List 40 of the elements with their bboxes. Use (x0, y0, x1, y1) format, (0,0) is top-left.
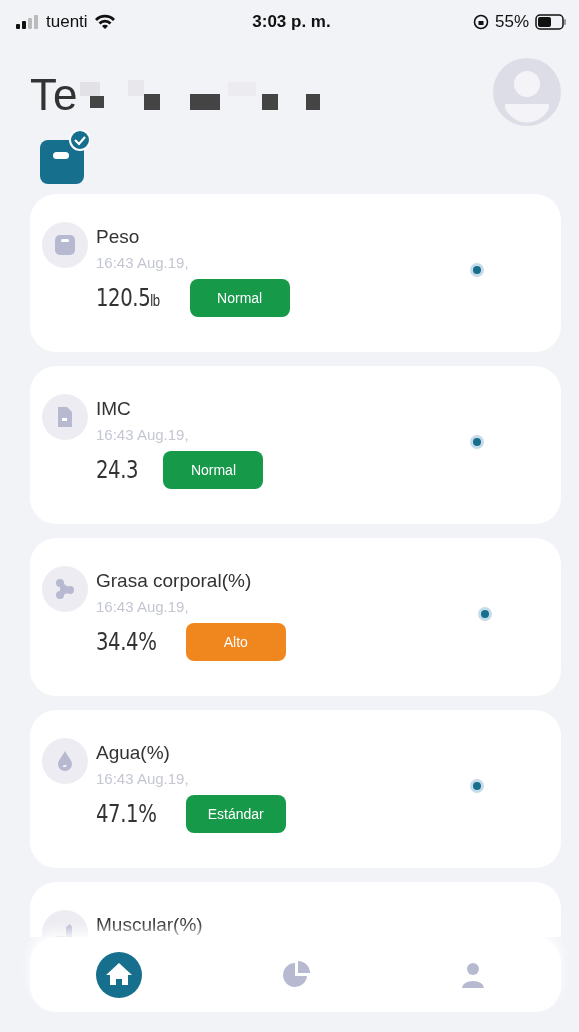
metric-value: 24.3 (96, 456, 139, 484)
molecule-icon (53, 577, 77, 601)
wifi-icon (93, 14, 116, 30)
indicator-dot (469, 434, 485, 450)
status-badge: Normal (163, 451, 264, 489)
metric-card[interactable]: Muscular(%) (30, 882, 561, 937)
nav-tab[interactable] (93, 949, 144, 1000)
metric-card[interactable]: Agua(%) 16:43 Aug.19, 47.1% Estándar (30, 710, 561, 868)
pie-chart-icon (280, 959, 311, 990)
metric-name: Peso (96, 226, 141, 248)
measure-time: 16:43 Aug.19, (96, 254, 190, 271)
metric-card[interactable]: Grasa corporal(%) 16:43 Aug.19, 34.4% Alto (30, 538, 561, 696)
metric-card[interactable]: Peso 16:43 Aug.19, 120.5lb Normal (30, 194, 561, 352)
metric-name: Muscular(%) (96, 914, 204, 936)
home-icon (95, 951, 142, 998)
metric-value: 47.1% (96, 800, 157, 828)
metric-value: 120.5lb (96, 284, 160, 312)
measure-time: 16:43 Aug.19, (96, 770, 190, 787)
metric-value: 34.4% (96, 628, 157, 656)
metric-name: Grasa corporal(%) (96, 570, 253, 592)
clock: 3:03 p. m. (252, 12, 331, 32)
status-badge: Normal (189, 279, 290, 317)
scale-icon (53, 233, 77, 257)
status-badge: Estándar (185, 795, 286, 833)
indicator-dot (469, 778, 485, 794)
rotation-lock-icon (472, 14, 489, 30)
metric-card[interactable]: IMC 16:43 Aug.19, 24.3 Normal (30, 366, 561, 524)
signal-icon (16, 15, 40, 29)
metric-name: Agua(%) (96, 742, 171, 764)
carrier-name: tuenti (46, 12, 88, 32)
indicator-dot (469, 262, 485, 278)
metric-name: IMC (96, 398, 132, 420)
measure-time: 16:43 Aug.19, (96, 426, 190, 443)
battery-icon (535, 14, 567, 30)
avatar-icon[interactable] (493, 58, 561, 126)
page-title: Te (30, 70, 79, 120)
measure-time: 16:43 Aug.19, (96, 598, 190, 615)
battery-percentage: 55% (494, 12, 529, 32)
indicator-dot (477, 606, 493, 622)
status-badge: Alto (185, 623, 286, 661)
